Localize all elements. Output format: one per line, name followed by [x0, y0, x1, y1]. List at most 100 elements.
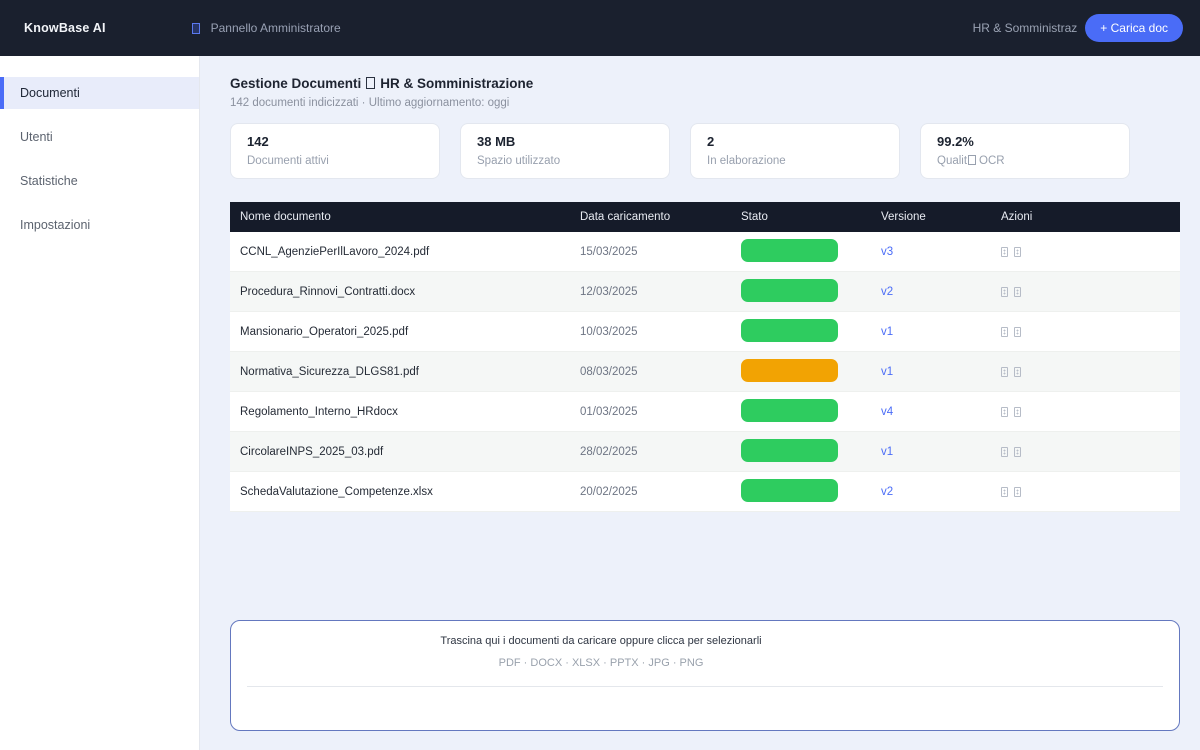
row-actions — [1001, 407, 1180, 417]
stat-card-processing: 2 In elaborazione — [690, 123, 900, 179]
action-icon[interactable] — [1014, 447, 1021, 457]
action-icon[interactable] — [1014, 287, 1021, 297]
sidebar-item-documenti[interactable]: Documenti — [0, 77, 199, 109]
status-badge — [741, 239, 838, 262]
action-icon[interactable] — [1014, 367, 1021, 377]
row-actions — [1001, 367, 1180, 377]
header-right-group: HR & Somministraz + Carica doc — [973, 14, 1183, 42]
dropzone-instruction: Trascina qui i documenti da caricare opp… — [231, 633, 971, 649]
table-row: CCNL_AgenziePerIlLavoro_2024.pdf 15/03/2… — [230, 232, 1180, 272]
dropzone-divider — [247, 686, 1163, 687]
action-icon[interactable] — [1001, 327, 1008, 337]
status-badge — [741, 319, 838, 342]
upload-date: 08/03/2025 — [580, 366, 741, 378]
table-row: Mansionario_Operatori_2025.pdf 10/03/202… — [230, 312, 1180, 352]
page-title-suffix: HR & Somministrazione — [380, 76, 533, 91]
app-window: KnowBase AI Pannello Amministratore HR &… — [0, 0, 1200, 750]
row-actions — [1001, 287, 1180, 297]
missing-glyph-icon — [366, 77, 375, 89]
sidebar-item-impostazioni[interactable]: Impostazioni — [0, 209, 199, 241]
column-header-name: Nome documento — [240, 211, 580, 223]
stat-card-storage: 38 MB Spazio utilizzato — [460, 123, 670, 179]
row-actions — [1001, 487, 1180, 497]
stat-value: 2 — [707, 134, 883, 149]
status-badge — [741, 399, 838, 422]
sidebar: Documenti Utenti Statistiche Impostazion… — [0, 56, 200, 750]
sidebar-item-utenti[interactable]: Utenti — [0, 121, 199, 153]
action-icon[interactable] — [1001, 367, 1008, 377]
status-badge — [741, 279, 838, 302]
action-icon[interactable] — [1014, 487, 1021, 497]
stat-value: 38 MB — [477, 134, 653, 149]
action-icon[interactable] — [1014, 247, 1021, 257]
sidebar-item-statistiche[interactable]: Statistiche — [0, 165, 199, 197]
stat-card-active-docs: 142 Documenti attivi — [230, 123, 440, 179]
upload-doc-button[interactable]: + Carica doc — [1085, 14, 1183, 42]
version-link[interactable]: v1 — [881, 326, 893, 338]
document-name: Normativa_Sicurezza_DLGS81.pdf — [240, 366, 580, 378]
page-title: Gestione Documenti HR & Somministrazione — [230, 76, 1180, 92]
version-link[interactable]: v1 — [881, 446, 893, 458]
upload-dropzone[interactable]: Trascina qui i documenti da caricare opp… — [230, 620, 1180, 731]
row-actions — [1001, 327, 1180, 337]
action-icon[interactable] — [1014, 407, 1021, 417]
stat-value: 99.2% — [937, 134, 1113, 149]
stat-label: In elaborazione — [707, 155, 883, 168]
action-icon[interactable] — [1001, 247, 1008, 257]
main-content: Gestione DocumentiHR & Somministrazione … — [200, 56, 1200, 750]
action-icon[interactable] — [1001, 287, 1008, 297]
action-icon[interactable] — [1001, 447, 1008, 457]
page-title-prefix: Gestione Documenti — [230, 76, 361, 91]
status-badge — [741, 479, 838, 502]
stat-label: QualitOCR — [937, 155, 1113, 168]
column-header-version: Versione — [881, 211, 1001, 223]
action-icon[interactable] — [1001, 487, 1008, 497]
document-name: CircolareINPS_2025_03.pdf — [240, 446, 580, 458]
table-row: SchedaValutazione_Competenze.xlsx 20/02/… — [230, 472, 1180, 512]
table-row: Normativa_Sicurezza_DLGS81.pdf 08/03/202… — [230, 352, 1180, 392]
table-row: CircolareINPS_2025_03.pdf 28/02/2025 v1 — [230, 432, 1180, 472]
document-name: Procedura_Rinnovi_Contratti.docx — [240, 286, 580, 298]
document-name: SchedaValutazione_Competenze.xlsx — [240, 486, 580, 498]
upload-date: 20/02/2025 — [580, 486, 741, 498]
upload-date: 12/03/2025 — [580, 286, 741, 298]
document-name: Mansionario_Operatori_2025.pdf — [240, 326, 580, 338]
missing-glyph-app-icon — [192, 23, 200, 34]
missing-glyph-icon — [968, 155, 976, 165]
version-link[interactable]: v3 — [881, 246, 893, 258]
status-badge — [741, 359, 838, 382]
stat-card-ocr-quality: 99.2% QualitOCR — [920, 123, 1130, 179]
page-subtitle: 142 documenti indicizzati · Ultimo aggio… — [230, 96, 1180, 110]
upload-date: 01/03/2025 — [580, 406, 741, 418]
row-actions — [1001, 247, 1180, 257]
status-badge — [741, 439, 838, 462]
stat-value: 142 — [247, 134, 423, 149]
version-link[interactable]: v2 — [881, 286, 893, 298]
column-header-date: Data caricamento — [580, 211, 741, 223]
row-actions — [1001, 447, 1180, 457]
action-icon[interactable] — [1014, 327, 1021, 337]
action-icon[interactable] — [1001, 407, 1008, 417]
dropzone-text-group: Trascina qui i documenti da caricare opp… — [231, 621, 971, 671]
stat-cards: 142 Documenti attivi 38 MB Spazio utiliz… — [230, 123, 1180, 179]
upload-date: 10/03/2025 — [580, 326, 741, 338]
documents-table: Nome documento Data caricamento Stato Ve… — [230, 202, 1180, 512]
version-link[interactable]: v1 — [881, 366, 893, 378]
table-header-row: Nome documento Data caricamento Stato Ve… — [230, 202, 1180, 232]
stat-label: Spazio utilizzato — [477, 155, 653, 168]
upload-date: 15/03/2025 — [580, 246, 741, 258]
document-name: CCNL_AgenziePerIlLavoro_2024.pdf — [240, 246, 580, 258]
table-row: Procedura_Rinnovi_Contratti.docx 12/03/2… — [230, 272, 1180, 312]
column-header-status: Stato — [741, 211, 881, 223]
column-header-actions: Azioni — [1001, 211, 1180, 223]
upload-date: 28/02/2025 — [580, 446, 741, 458]
body-wrap: Documenti Utenti Statistiche Impostazion… — [0, 56, 1200, 750]
document-name: Regolamento_Interno_HRdocx — [240, 406, 580, 418]
table-row: Regolamento_Interno_HRdocx 01/03/2025 v4 — [230, 392, 1180, 432]
version-link[interactable]: v4 — [881, 406, 893, 418]
panel-title: Pannello Amministratore — [211, 21, 341, 35]
top-header: KnowBase AI Pannello Amministratore HR &… — [0, 0, 1200, 56]
dropzone-filetypes: PDF · DOCX · XLSX · PPTX · JPG · PNG — [231, 655, 971, 671]
brand-logo: KnowBase AI — [24, 21, 106, 35]
version-link[interactable]: v2 — [881, 486, 893, 498]
